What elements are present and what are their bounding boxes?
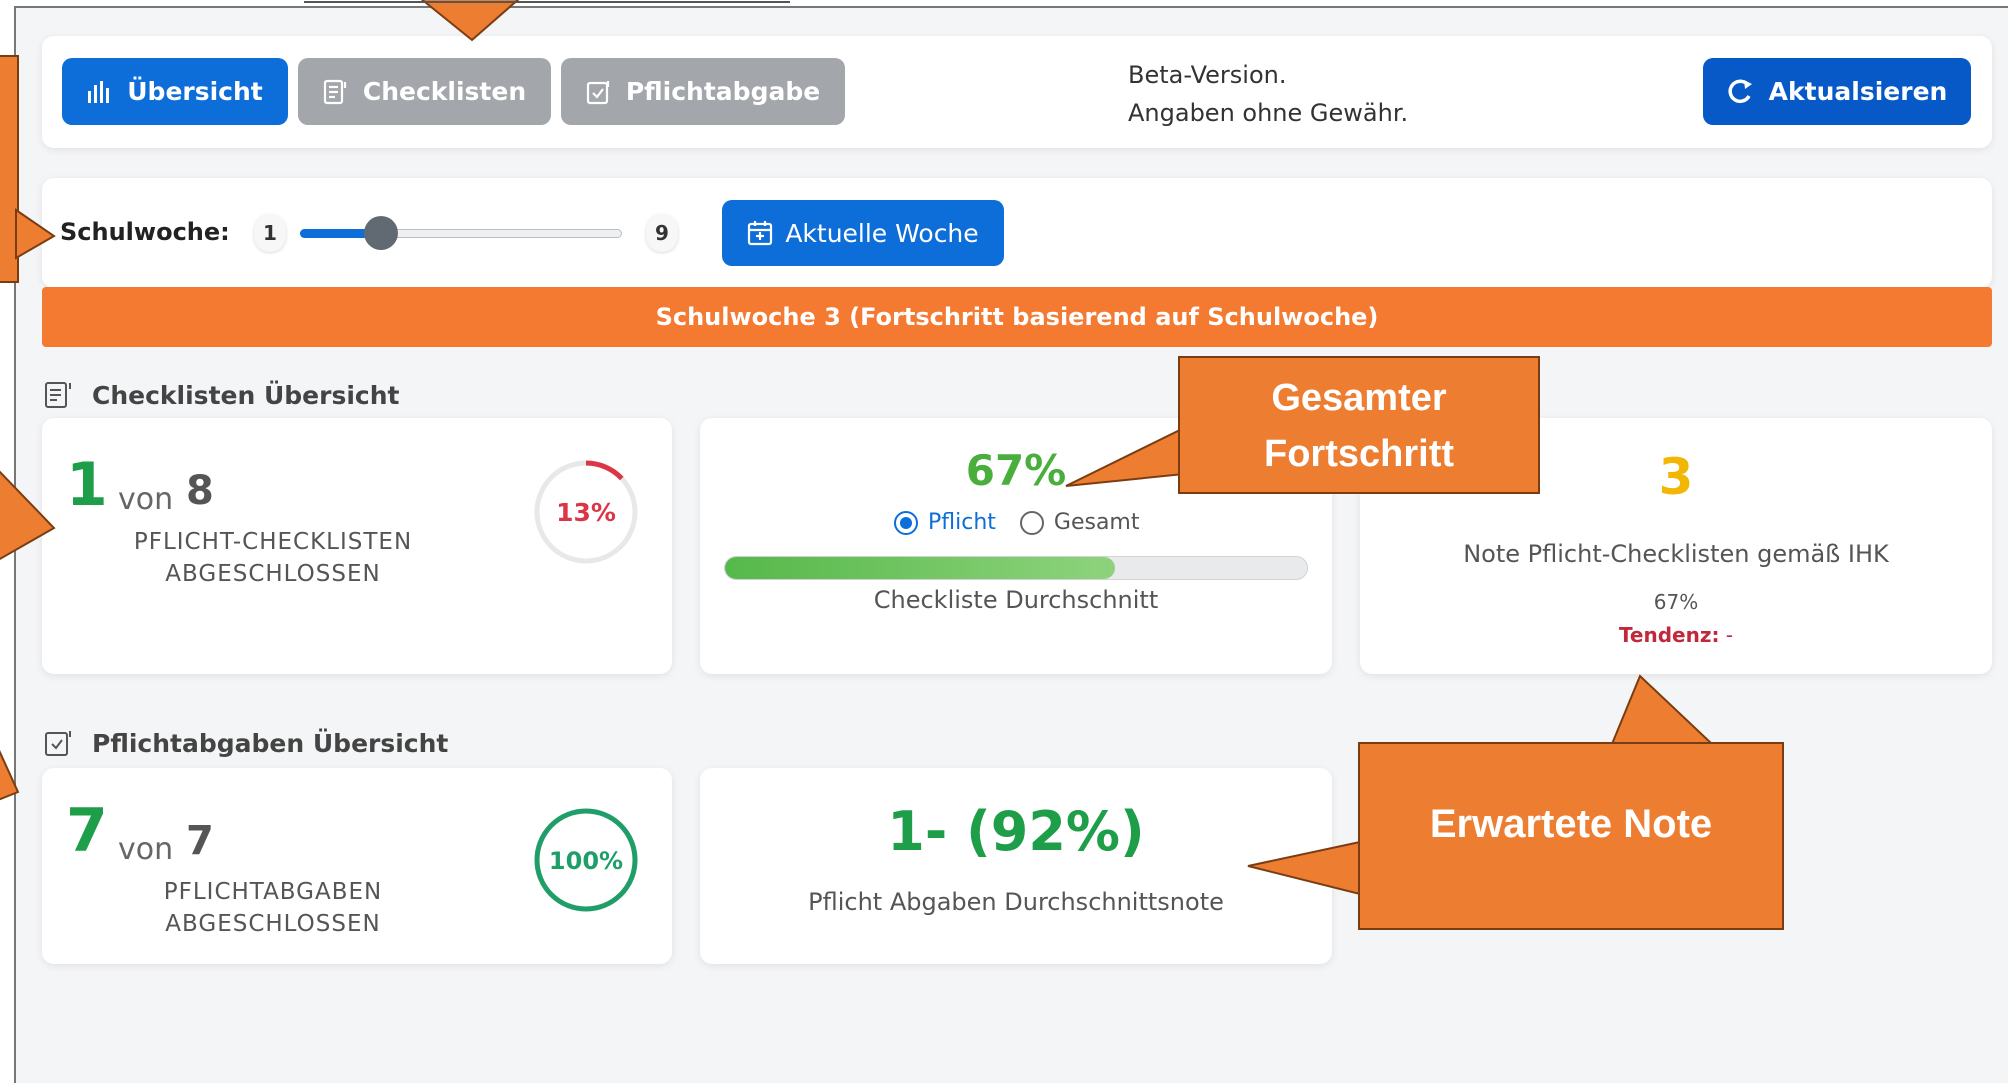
total-progress-callout-line-1: Gesamter — [1271, 377, 1447, 419]
expected-grade-callout-label: Erwartete Note — [1429, 801, 1713, 846]
callout-arrow-expected-grade — [1610, 674, 1715, 745]
callout-arrow-top — [420, 0, 520, 42]
total-progress-callout: Gesamter Fortschritt — [1178, 356, 1540, 494]
callout-arrow-submissions-grade — [1247, 840, 1361, 896]
callout-arrow-left-week — [15, 208, 56, 260]
total-progress-callout-line-2: Fortschritt — [1264, 433, 1454, 475]
callout-arrow-total-progress — [1065, 426, 1185, 487]
callout-arrow-left-submissions — [0, 749, 20, 801]
callout-arrow-left-checklists — [0, 470, 56, 561]
expected-grade-callout: Erwartete Note — [1358, 742, 1784, 930]
